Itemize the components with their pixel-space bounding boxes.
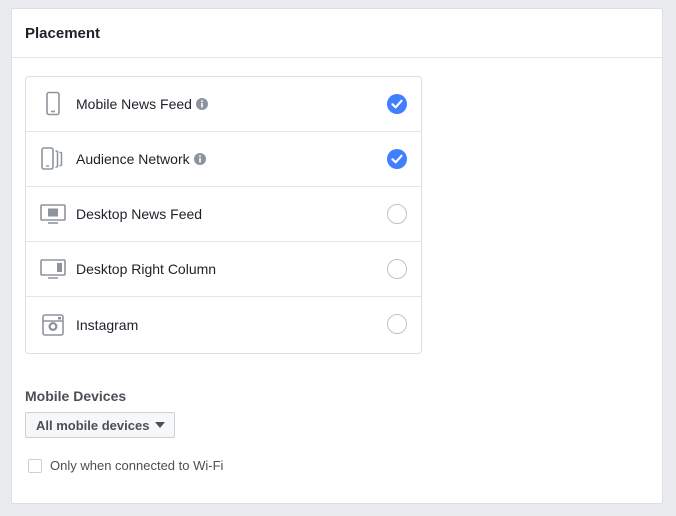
placement-item-label: Audience Network [76,151,190,167]
dropdown-value: All mobile devices [36,417,150,433]
checkmark-icon[interactable] [387,94,407,114]
unchecked-circle-icon[interactable] [387,259,407,279]
info-icon[interactable] [195,98,208,110]
placement-item-mobile-news-feed[interactable]: Mobile News Feed [26,77,421,132]
audience-network-icon [40,146,66,172]
placement-item-desktop-news-feed[interactable]: Desktop News Feed [26,187,421,242]
mobile-devices-dropdown[interactable]: All mobile devices [25,412,176,438]
desktop-news-feed-icon [40,201,66,227]
unchecked-circle-icon[interactable] [387,314,407,334]
mobile-devices-label: Mobile Devices [25,388,127,404]
desktop-right-column-icon [40,256,66,282]
unchecked-circle-icon[interactable] [387,204,407,224]
placement-item-label: Instagram [76,316,139,333]
placement-item-audience-network[interactable]: Audience Network [26,132,421,187]
instagram-icon [40,312,66,338]
wifi-only-option[interactable]: Only when connected to Wi-Fi [28,458,223,473]
placement-item-instagram[interactable]: Instagram [26,297,421,352]
placement-item-label: Desktop Right Column [76,261,217,277]
placement-item-desktop-right-column[interactable]: Desktop Right Column [26,242,421,297]
caret-down-icon [155,422,166,428]
placement-title: Placement [25,24,101,42]
wifi-only-label: Only when connected to Wi-Fi [50,458,224,473]
placement-card: Placement Mobile News Feed Audience Netw… [11,8,663,504]
placement-list: Mobile News Feed Audience Network Deskto… [25,76,422,354]
info-icon[interactable] [193,153,206,165]
placement-item-label: Mobile News Feed [76,96,192,112]
card-header: Placement [12,9,662,58]
mobile-phone-icon [40,91,66,117]
placement-item-label: Desktop News Feed [76,206,203,222]
wifi-only-checkbox[interactable] [28,458,42,473]
checkmark-icon[interactable] [387,149,407,169]
